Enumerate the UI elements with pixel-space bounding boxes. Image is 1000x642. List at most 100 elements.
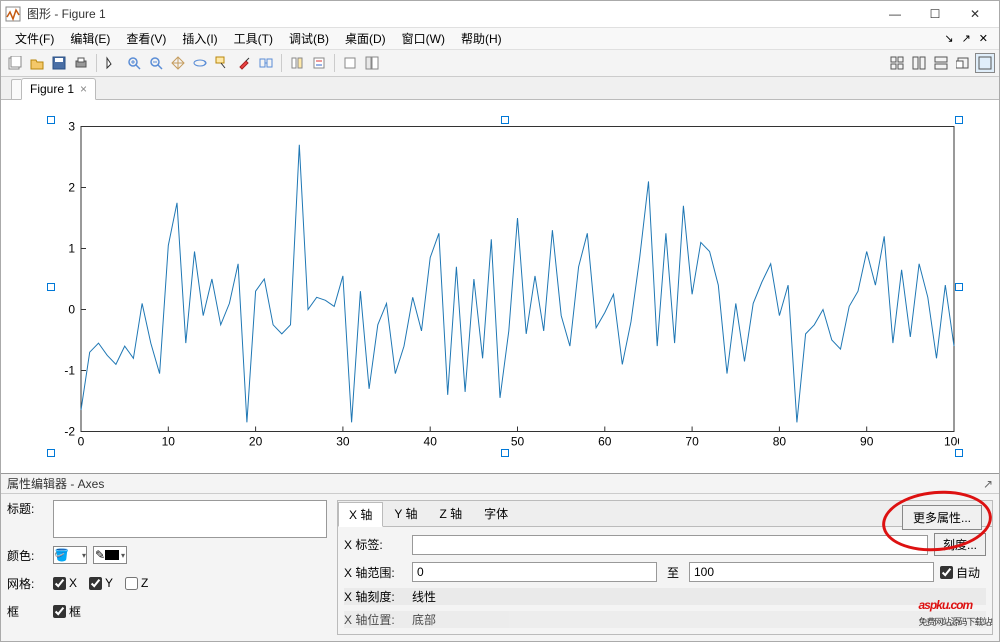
selection-handle-sw[interactable] [47, 449, 55, 457]
maximize-button[interactable]: ☐ [915, 2, 955, 26]
maximize-panel-icon[interactable]: ↗ [959, 32, 974, 45]
title-label: 标题: [7, 500, 47, 517]
x-range-label: X 轴范围: [344, 564, 406, 581]
dock-undock-icon[interactable]: ↘ [941, 32, 956, 45]
insert-legend-icon[interactable] [309, 53, 329, 73]
svg-text:2: 2 [68, 181, 75, 195]
zoom-out-icon[interactable] [146, 53, 166, 73]
link-data-icon[interactable] [256, 53, 276, 73]
menu-insert[interactable]: 插入(I) [174, 28, 225, 49]
tile-quad-icon[interactable] [887, 53, 907, 73]
zoom-in-icon[interactable] [124, 53, 144, 73]
open-icon[interactable] [27, 53, 47, 73]
svg-text:80: 80 [773, 435, 787, 449]
ticks-button[interactable]: 刻度... [934, 533, 986, 556]
tab-close-icon[interactable]: × [80, 82, 87, 96]
menu-file[interactable]: 文件(F) [7, 28, 62, 49]
svg-text:20: 20 [249, 435, 263, 449]
axes[interactable]: 0102030405060708090100-2-10123 [51, 120, 959, 453]
brush-icon[interactable] [234, 53, 254, 73]
data-cursor-icon[interactable] [212, 53, 232, 73]
axis-property-panel: 更多属性... X 轴 Y 轴 Z 轴 字体 X 标签: 刻度... [337, 500, 993, 635]
x-label-input[interactable] [412, 535, 928, 555]
selection-handle-ne[interactable] [955, 116, 963, 124]
axis-tab-y[interactable]: Y 轴 [383, 501, 428, 526]
edit-plot-icon[interactable] [102, 53, 122, 73]
tab-drag-handle[interactable] [11, 79, 21, 99]
axis-tab-z[interactable]: Z 轴 [428, 501, 473, 526]
x-scale-label: X 轴刻度: [344, 588, 406, 605]
x-range-to-input[interactable] [689, 562, 934, 582]
tab-figure-1[interactable]: Figure 1 × [21, 78, 96, 100]
svg-text:40: 40 [424, 435, 438, 449]
grid-z-checkbox[interactable] [125, 577, 138, 590]
selection-handle-se[interactable] [955, 449, 963, 457]
tile-top-icon[interactable] [931, 53, 951, 73]
pan-icon[interactable] [168, 53, 188, 73]
show-plot-tools-icon[interactable] [362, 53, 382, 73]
svg-text:0: 0 [68, 303, 75, 317]
selection-handle-n[interactable] [501, 116, 509, 124]
axis-tab-x[interactable]: X 轴 [338, 502, 383, 527]
print-icon[interactable] [71, 53, 91, 73]
axis-tab-font[interactable]: 字体 [473, 501, 519, 526]
property-editor: 属性编辑器 - Axes ↗ 标题: 颜色: 🪣▾ ✎▾ 网格: X Y Z [1, 473, 999, 641]
rotate-3d-icon[interactable] [190, 53, 210, 73]
menu-desktop[interactable]: 桌面(D) [337, 28, 394, 49]
more-properties-button[interactable]: 更多属性... [902, 505, 982, 530]
x-range-from-input[interactable] [412, 562, 657, 582]
bucket-icon: 🪣 [54, 548, 69, 562]
x-range-auto-checkbox[interactable] [940, 566, 953, 579]
float-icon[interactable] [953, 53, 973, 73]
x-range-auto-label: 自动 [956, 564, 980, 581]
insert-colorbar-icon[interactable] [287, 53, 307, 73]
matlab-figure-icon [5, 6, 21, 22]
svg-text:50: 50 [511, 435, 525, 449]
close-button[interactable]: ✕ [955, 2, 995, 26]
plot-area: 0102030405060708090100-2-10123 [1, 100, 999, 473]
menu-view[interactable]: 查看(V) [118, 28, 174, 49]
svg-text:60: 60 [598, 435, 612, 449]
menu-debug[interactable]: 调试(B) [281, 28, 337, 49]
svg-text:3: 3 [68, 120, 75, 134]
figure-tabs: Figure 1 × [1, 77, 999, 100]
menu-help[interactable]: 帮助(H) [453, 28, 510, 49]
minimize-button[interactable]: — [875, 2, 915, 26]
svg-text:70: 70 [685, 435, 699, 449]
selection-handle-e[interactable] [955, 283, 963, 291]
selection-handle-w[interactable] [47, 283, 55, 291]
svg-text:0: 0 [78, 435, 85, 449]
menu-window[interactable]: 窗口(W) [394, 28, 453, 49]
grid-x-label: X [69, 576, 77, 590]
grid-y-checkbox[interactable] [89, 577, 102, 590]
save-icon[interactable] [49, 53, 69, 73]
grid-label: 网格: [7, 575, 47, 592]
menu-edit[interactable]: 编辑(E) [62, 28, 118, 49]
figure-window: 图形 - Figure 1 — ☐ ✕ 文件(F) 编辑(E) 查看(V) 插入… [0, 0, 1000, 642]
grid-x-checkbox[interactable] [53, 577, 66, 590]
title-input[interactable] [53, 500, 327, 538]
fill-color-button[interactable]: 🪣▾ [53, 546, 87, 564]
property-editor-header: 属性编辑器 - Axes ↗ [1, 474, 999, 494]
hide-plot-tools-icon[interactable] [340, 53, 360, 73]
line-chart[interactable]: 0102030405060708090100-2-10123 [51, 120, 959, 453]
svg-text:1: 1 [68, 242, 75, 256]
titlebar: 图形 - Figure 1 — ☐ ✕ [1, 1, 999, 28]
tile-left-icon[interactable] [909, 53, 929, 73]
box-checkbox[interactable] [53, 605, 66, 618]
property-editor-close-icon[interactable]: ↗ [983, 477, 993, 491]
x-pos-value: 底部 [412, 611, 436, 628]
box-cb-label: 框 [69, 603, 81, 620]
close-panel-icon[interactable]: ✕ [976, 32, 991, 45]
line-color-button[interactable]: ✎▾ [93, 546, 127, 564]
selection-handle-nw[interactable] [47, 116, 55, 124]
svg-text:100: 100 [944, 435, 959, 449]
new-figure-icon[interactable] [5, 53, 25, 73]
menu-tools[interactable]: 工具(T) [226, 28, 281, 49]
x-label-label: X 标签: [344, 536, 406, 553]
selection-handle-s[interactable] [501, 449, 509, 457]
x-pos-label: X 轴位置: [344, 611, 406, 628]
pen-icon: ✎ [95, 548, 105, 562]
maximize-tile-icon[interactable] [975, 53, 995, 73]
property-editor-title: 属性编辑器 - Axes [7, 475, 104, 492]
